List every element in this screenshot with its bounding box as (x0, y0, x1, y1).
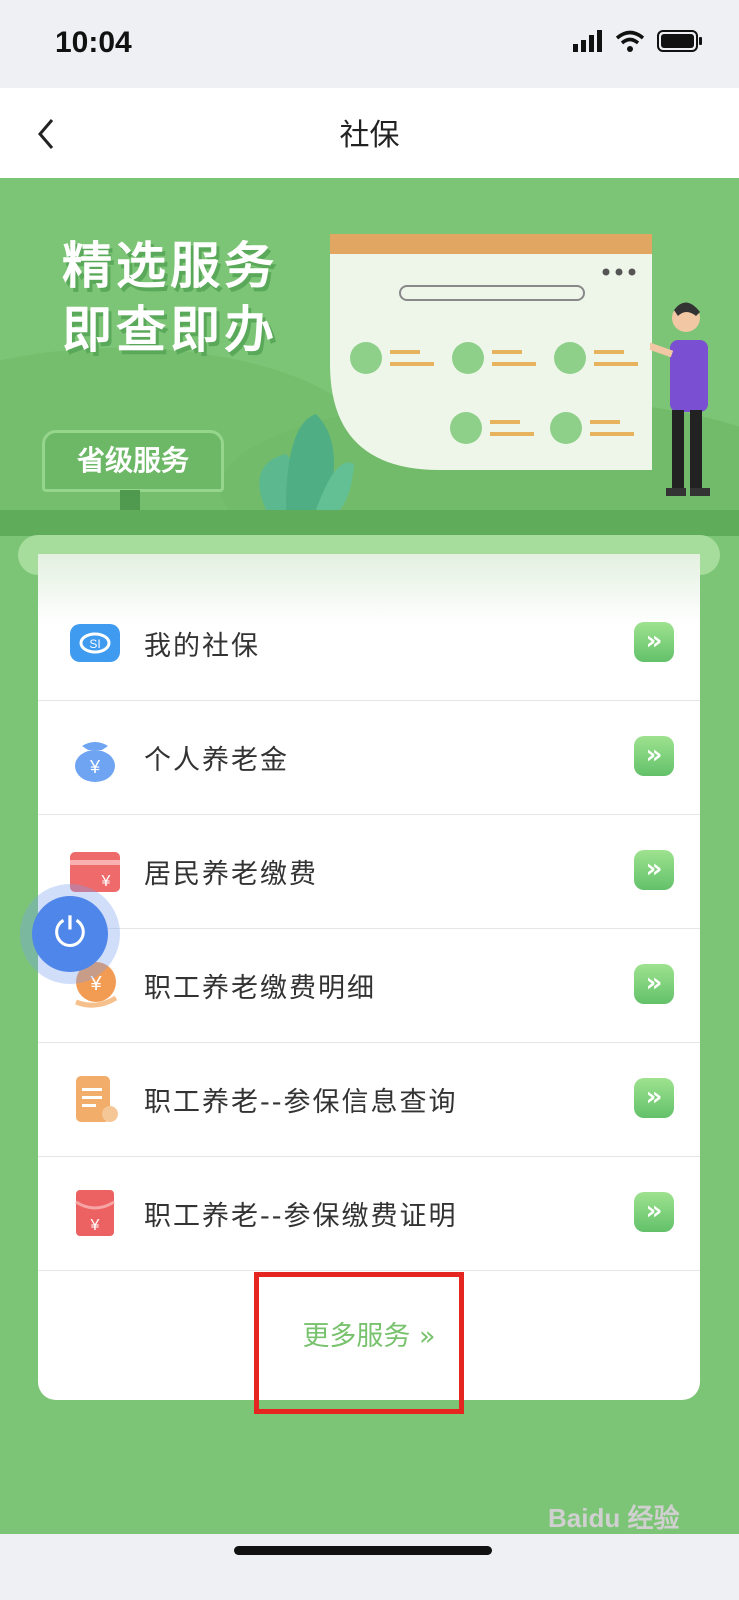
status-icons (573, 30, 703, 52)
service-label: 职工养老--参保信息查询 (144, 1087, 458, 1118)
red-envelope-icon: ¥ (75, 1190, 115, 1236)
svg-text:¥: ¥ (89, 757, 101, 777)
signal-icon (573, 30, 602, 52)
service-label: 职工养老缴费明细 (144, 973, 376, 1004)
floating-power-button[interactable]: ⏻ (20, 884, 120, 984)
page-title: 社保 (339, 118, 400, 153)
service-label: 个人养老金 (144, 745, 289, 776)
double-chevron-right-icon: » (634, 1078, 674, 1118)
provincial-service-badge: 省级服务 (42, 430, 224, 492)
power-icon: ⏻ (32, 896, 108, 972)
service-row-resident-pension-payment[interactable]: ¥ 居民养老缴费 » (38, 814, 700, 929)
double-chevron-right-icon: » (634, 622, 674, 662)
document-icon (76, 1076, 118, 1122)
home-indicator[interactable] (234, 1546, 492, 1555)
money-bag-icon: ¥ (75, 742, 115, 782)
watermark: Baidu 经验 (548, 1503, 680, 1533)
service-row-my-social-security[interactable]: SI 我的社保 » (38, 586, 700, 701)
wifi-icon (615, 30, 645, 52)
svg-text:¥: ¥ (101, 873, 111, 890)
battery-icon (657, 30, 702, 52)
navigation-bar: 社保 (0, 88, 739, 178)
plant-illustration (259, 414, 354, 510)
social-security-icon: SI (70, 624, 120, 662)
svg-text:¥: ¥ (90, 1217, 100, 1234)
status-time: 10:04 (55, 26, 132, 59)
browser-illustration (330, 234, 652, 470)
highlight-annotation (254, 1272, 464, 1414)
banner-slogan: 精选服务 即查即办 (62, 234, 278, 362)
slogan-line-2: 即查即办 (62, 301, 278, 359)
service-label: 居民养老缴费 (144, 859, 318, 890)
double-chevron-right-icon: » (634, 964, 674, 1004)
service-label: 职工养老--参保缴费证明 (144, 1201, 458, 1232)
service-label: 我的社保 (144, 631, 260, 662)
double-chevron-right-icon: » (634, 850, 674, 890)
slogan-line-1: 精选服务 (62, 237, 278, 295)
svg-text:SI: SI (89, 637, 100, 651)
double-chevron-right-icon: » (634, 736, 674, 776)
service-row-payment-certificate[interactable]: ¥ 职工养老--参保缴费证明 » (38, 1156, 700, 1271)
double-chevron-right-icon: » (634, 1192, 674, 1232)
service-row-insurance-info-query[interactable]: 职工养老--参保信息查询 » (38, 1042, 700, 1157)
service-row-employee-pension-details[interactable]: ¥ 职工养老缴费明细 » (38, 928, 700, 1043)
status-bar: 10:04 (0, 0, 739, 88)
service-row-personal-pension[interactable]: ¥ 个人养老金 » (38, 700, 700, 815)
banner-ground (0, 510, 739, 536)
person-illustration (650, 302, 710, 496)
